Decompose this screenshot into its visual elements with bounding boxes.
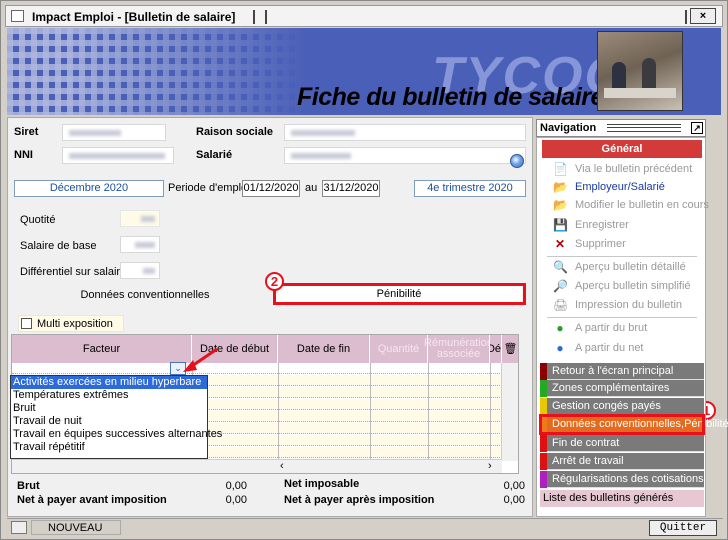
net-avant-value: 0,00 — [225, 494, 247, 506]
raison-sociale-field[interactable] — [284, 124, 526, 141]
net-avant-label: Net à payer avant imposition — [17, 494, 167, 506]
month-display: Décembre 2020 — [14, 180, 164, 197]
nni-field[interactable] — [62, 147, 174, 164]
net-apres-label: Net à payer après imposition — [284, 494, 435, 506]
brut-label: Brut — [17, 480, 40, 492]
highlight-box-penibilite — [273, 283, 526, 305]
salaire-base-label: Salaire de base — [20, 240, 97, 252]
siret-label: Siret — [14, 126, 39, 138]
page-title: Fiche du bulletin de salaire — [297, 83, 604, 111]
gross-icon: ● — [556, 321, 564, 335]
differentiel-label: Différentiel sur salaire — [20, 266, 127, 278]
application-window: Impact Emploi - [Bulletin de salaire] × … — [0, 0, 728, 540]
dropdown-option[interactable]: Bruit — [11, 402, 207, 415]
multi-exposition-label: Multi exposition — [37, 318, 113, 330]
brut-value: 0,00 — [225, 480, 247, 492]
folder-icon: 📂 — [553, 180, 568, 194]
quotite-field[interactable] — [120, 210, 160, 227]
preview-icon: 🔍 — [553, 260, 568, 274]
delete-icon: ✕ — [554, 237, 566, 251]
facteur-dropdown-list: Activités exercées en milieu hyperbare T… — [10, 375, 222, 459]
dropdown-option[interactable]: Travail en équipes successives alternant… — [11, 428, 222, 441]
save-icon: 💾 — [553, 218, 568, 232]
multi-exposition-checkbox[interactable] — [21, 318, 32, 329]
document-icon: 📄 — [553, 162, 568, 176]
column-header-date-fin[interactable]: Date de fin — [278, 335, 370, 363]
title-bar: Impact Emploi - [Bulletin de salaire] × — [5, 5, 723, 27]
annotation-arrow — [183, 347, 218, 372]
window-mode-icon — [11, 521, 27, 534]
siret-field[interactable] — [62, 124, 166, 141]
salarie-field[interactable] — [284, 147, 526, 164]
multi-exposition-row: Multi exposition — [18, 315, 124, 332]
net-apres-value: 0,00 — [503, 494, 525, 506]
retour-ecran-principal-button[interactable]: Retour à l'écran principal — [540, 363, 704, 380]
start-date-field[interactable]: 01/12/2020 — [242, 180, 300, 197]
fin-de-contrat-button[interactable]: Fin de contrat — [540, 435, 704, 452]
document-icon — [11, 10, 24, 22]
zones-complementaires-button[interactable]: Zones complémentaires — [540, 380, 704, 397]
mode-indicator: NOUVEAU — [31, 520, 121, 535]
net-icon: ● — [556, 341, 564, 355]
liste-bulletins-button[interactable]: Liste des bulletins générés — [540, 490, 704, 507]
navigation-panel: Navigation ↗ Général 📄 Via le bulletin pr… — [536, 117, 728, 517]
column-header-facteur[interactable]: Facteur — [12, 335, 192, 363]
section-general: Général — [542, 140, 702, 158]
status-bar: NOUVEAU Quitter — [7, 518, 723, 536]
quotite-label: Quotité — [20, 214, 56, 226]
scroll-left-icon[interactable]: ‹ — [280, 460, 284, 472]
scroll-right-icon[interactable]: › — [488, 460, 492, 472]
regularisations-cotisations-button[interactable]: Régularisations des cotisations — [540, 471, 704, 488]
tab-donnees-conventionnelles[interactable]: Données conventionnelles — [18, 286, 272, 304]
dropdown-option[interactable]: Travail répétitif — [11, 441, 207, 454]
nni-label: NNI — [14, 149, 33, 161]
grip-icon — [253, 10, 267, 24]
column-header-detail[interactable]: Dét — [490, 335, 502, 363]
banner-pattern — [7, 28, 307, 115]
dropdown-option[interactable]: Activités exercées en milieu hyperbare — [11, 376, 207, 389]
navigation-header: Navigation ↗ — [536, 119, 706, 137]
raison-sociale-label: Raison sociale — [196, 126, 274, 138]
differentiel-field[interactable] — [120, 262, 160, 279]
meeting-photo — [597, 31, 683, 111]
printer-icon: 🖨 — [553, 298, 569, 312]
web-globe-icon[interactable] — [510, 154, 524, 168]
au-label: au — [305, 182, 318, 194]
highlight-box-nav — [539, 414, 705, 435]
navigation-body: Général 📄 Via le bulletin précédent 📂 Empl… — [536, 137, 728, 517]
column-header-quantite: Quantité — [370, 335, 428, 363]
net-imposable-value: 0,00 — [503, 480, 525, 492]
vertical-scrollbar[interactable] — [501, 363, 518, 461]
column-header-remuneration: Rémunération associée — [424, 335, 493, 363]
close-button[interactable]: × — [690, 8, 716, 24]
quarter-display: 4e trimestre 2020 — [414, 180, 526, 197]
horizontal-scrollbar[interactable]: ‹ › — [12, 459, 502, 473]
salarie-label: Salarié — [196, 149, 233, 161]
arret-de-travail-button[interactable]: Arrêt de travail — [540, 453, 704, 470]
pin-icon[interactable]: ↗ — [691, 122, 703, 134]
trash-icon[interactable]: 🗑 — [502, 335, 518, 363]
salaire-base-field[interactable] — [120, 236, 160, 253]
end-date-field[interactable]: 31/12/2020 — [322, 180, 380, 197]
dropdown-option[interactable]: Températures extrêmes — [11, 389, 207, 402]
annotation-badge-2: 2 — [265, 272, 284, 291]
navigation-title: Navigation — [540, 122, 597, 134]
dropdown-option[interactable]: Travail de nuit — [11, 415, 207, 428]
periode-label: Periode d'emploi — [168, 182, 250, 194]
banner: TYCOON Fiche du bulletin de salaire — [7, 28, 721, 115]
zoom-icon: 🔎 — [553, 279, 568, 293]
window-title: Impact Emploi - [Bulletin de salaire] — [32, 10, 236, 24]
gestion-conges-payes-button[interactable]: Gestion congés payés — [540, 398, 704, 415]
quit-button[interactable]: Quitter — [649, 520, 717, 536]
net-imposable-label: Net imposable — [284, 478, 360, 490]
edit-folder-icon: 📂 — [553, 198, 568, 212]
